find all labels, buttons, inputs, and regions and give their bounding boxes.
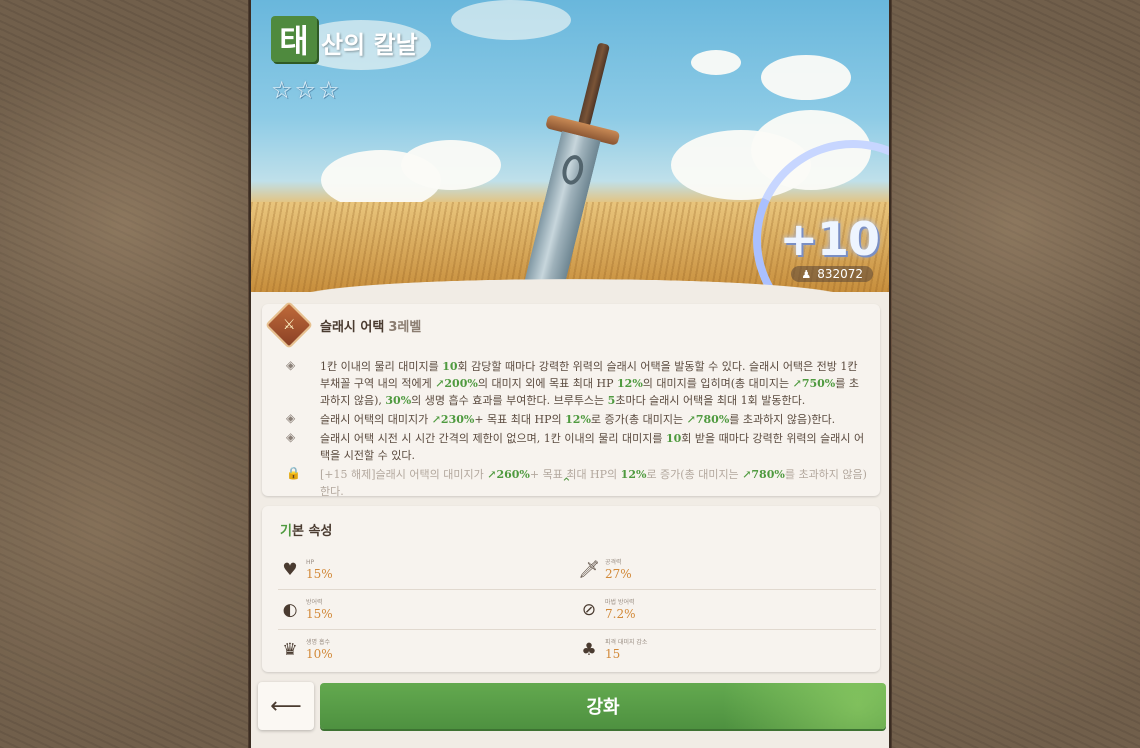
attribute-grid: ♥ HP 15% 🗡 공격력 27% ◐ 방어력 15% ⊘ 마법 방어력 7.2% ♛ 생명 흡수 10%… <box>278 550 876 670</box>
magic-defense-icon: ⊘ <box>581 599 597 620</box>
attack-icon: 🗡 <box>578 559 600 580</box>
attribute-row: ♛ 생명 흡수 10% ♣ 피격 대미지 감소 15 <box>278 630 876 670</box>
skill-line-text: 1칸 이내의 물리 대미지를 10회 감당할 때마다 강력한 위력의 슬래시 어… <box>320 360 860 407</box>
skill-line-locked: 🔒 [+15 해제]슬래시 어택의 대미지가 ↗260%+ 목표 최대 HP의 1… <box>284 466 869 500</box>
attribute-item: ♣ 피격 대미지 감소 15 <box>577 630 876 670</box>
attribute-item: ◐ 방어력 15% <box>278 590 577 629</box>
attribute-value: 15 <box>605 647 621 661</box>
attribute-label: HP <box>306 558 315 566</box>
enhance-button[interactable]: 강화 <box>320 683 886 729</box>
title-first-char: 태 <box>271 16 317 62</box>
bullet-icon: ◈ <box>286 358 296 372</box>
attribute-item: ⊘ 마법 방어력 7.2% <box>577 590 876 629</box>
enhance-level: +10 <box>779 212 880 266</box>
equipment-detail-panel: 태 산의 칼날 ☆ ☆ ☆ +10 ♟ 832072 ⚔ 슬래시 어택 3레벨 ◈… <box>249 0 891 748</box>
base-attributes-title: 기본 속성 <box>280 524 333 539</box>
skill-name: 슬래시 어택 3레벨 <box>320 319 422 335</box>
hp-icon: ♥ <box>282 559 298 580</box>
attribute-value: 7.2% <box>605 606 636 621</box>
hero-divider <box>251 276 889 298</box>
base-attributes-card: 기본 속성 ♥ HP 15% 🗡 공격력 27% ◐ 방어력 15% ⊘ 마법 방어력 7.2% ♛ 생명… <box>262 506 880 672</box>
attribute-item: 🗡 공격력 27% <box>577 550 876 589</box>
skill-description: ◈ 1칸 이내의 물리 대미지를 10회 감당할 때마다 강력한 위력의 슬래시 … <box>284 358 869 502</box>
attribute-label: 피격 대미지 감소 <box>605 639 648 646</box>
skill-line: ◈ 슬래시 어택의 대미지가 ↗230%+ 목표 최대 HP의 12%로 증가(총… <box>284 411 869 428</box>
attribute-label: 마법 방어력 <box>605 598 635 606</box>
skill-card: ⚔ 슬래시 어택 3레벨 ◈ 1칸 이내의 물리 대미지를 10회 감당할 때마다 … <box>262 300 880 498</box>
equipment-title: 태 산의 칼날 <box>271 16 418 62</box>
attribute-row: ♥ HP 15% 🗡 공격력 27% <box>278 550 876 590</box>
attribute-row: ◐ 방어력 15% ⊘ 마법 방어력 7.2% <box>278 590 876 630</box>
lifesteal-icon: ♛ <box>282 640 298 660</box>
skill-icon: ⚔ <box>264 300 314 350</box>
star-icon: ☆ <box>271 76 293 104</box>
background-art-left <box>0 0 248 748</box>
skill-header: ⚔ 슬래시 어택 3레벨 <box>264 300 422 350</box>
skill-line: ◈ 슬래시 어택 시전 시 시간 간격의 제한이 없으며, 1칸 이내의 물리 대… <box>284 430 869 464</box>
background-art-right <box>892 0 1140 748</box>
attribute-value: 27% <box>605 566 632 581</box>
defense-icon: ◐ <box>282 599 298 620</box>
skill-line-text: 슬래시 어택의 대미지가 ↗230%+ 목표 최대 HP의 12%로 증가(총 … <box>320 413 836 426</box>
star-rating: ☆ ☆ ☆ <box>271 76 340 104</box>
back-button[interactable]: ⟵ <box>258 682 314 730</box>
skill-line: ◈ 1칸 이내의 물리 대미지를 10회 감당할 때마다 강력한 위력의 슬래시 … <box>284 358 869 409</box>
attribute-item: ♛ 생명 흡수 10% <box>278 630 577 670</box>
title-rest: 산의 칼날 <box>321 31 418 59</box>
bullet-icon: ◈ <box>286 411 296 425</box>
attribute-label: 공격력 <box>605 558 622 566</box>
attribute-value: 10% <box>306 647 333 661</box>
attribute-item: ♥ HP 15% <box>278 550 577 589</box>
skill-line-text: [+15 해제]슬래시 어택의 대미지가 ↗260%+ 목표 최대 HP의 12… <box>320 468 867 498</box>
attribute-value: 15% <box>306 606 333 621</box>
bullet-icon: ◈ <box>286 430 296 444</box>
lock-icon: 🔒 <box>286 466 301 480</box>
damage-reduction-icon: ♣ <box>581 640 597 660</box>
star-icon: ☆ <box>294 76 317 104</box>
equipment-illustration: 태 산의 칼날 ☆ ☆ ☆ +10 ♟ 832072 <box>251 0 889 292</box>
attribute-value: 15% <box>306 566 333 581</box>
back-arrow-icon: ⟵ <box>270 693 302 719</box>
skill-level: 3레벨 <box>388 319 422 335</box>
star-icon: ☆ <box>318 76 340 104</box>
collapse-chevron-icon[interactable]: ⌃ <box>561 476 572 491</box>
attribute-label: 방어력 <box>306 598 323 606</box>
skill-line-text: 슬래시 어택 시전 시 시간 간격의 제한이 없으며, 1칸 이내의 물리 대미… <box>320 432 865 462</box>
attribute-label: 생명 흡수 <box>306 639 330 646</box>
